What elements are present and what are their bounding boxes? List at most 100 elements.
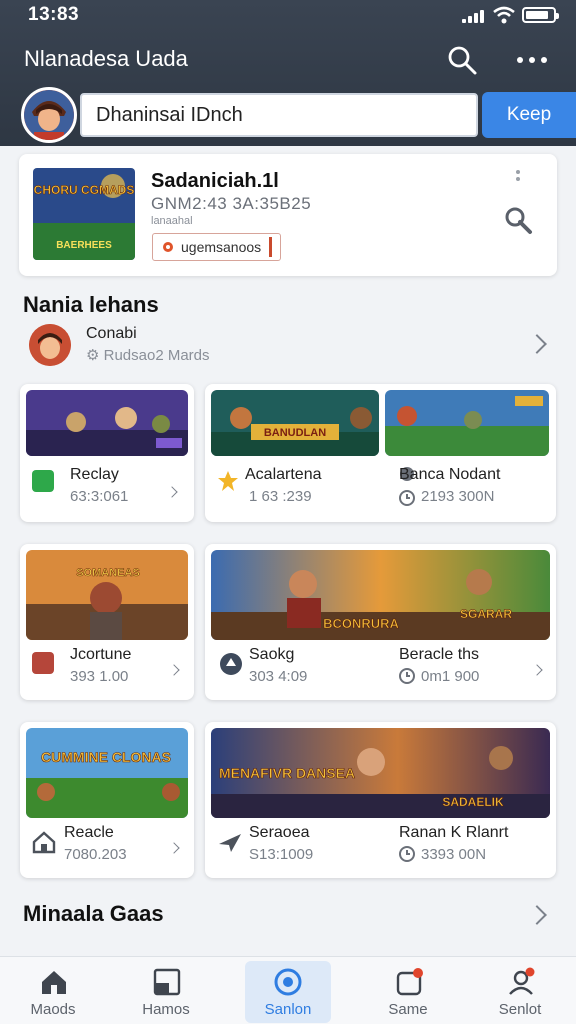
game-stat: 63:3:061 xyxy=(70,488,129,505)
game-card[interactable]: Reclay 63:3:061 xyxy=(20,384,194,522)
game-stat: 1 63 :239 xyxy=(249,488,312,505)
game-title: Banca Nodant xyxy=(399,466,500,484)
nav-item-same[interactable]: Same xyxy=(358,957,458,1024)
thumb-text: SOMANEAS xyxy=(76,567,140,579)
featured-tag-label: ugemsanoos xyxy=(181,239,262,255)
nav-item-mods[interactable]: Maods xyxy=(3,957,103,1024)
game-thumbnail xyxy=(385,390,549,456)
featured-tag[interactable]: ugemsanoos xyxy=(152,233,282,261)
game-thumbnail: SOMANEAS xyxy=(26,550,188,640)
game-title: Reacle xyxy=(64,824,114,841)
profile-avatar[interactable] xyxy=(29,324,71,366)
game-stat: 393 1.00 xyxy=(70,668,129,685)
chevron-right-icon[interactable] xyxy=(531,664,543,676)
chevron-right-icon[interactable] xyxy=(168,664,180,676)
game-thumbnail: CUMMINE CLONAS xyxy=(26,728,188,818)
game-stat: 2193 300N xyxy=(421,488,495,505)
plane-icon xyxy=(219,834,241,852)
game-title: Jcortune xyxy=(70,646,132,663)
nav-label: Senlot xyxy=(498,1001,542,1018)
gear-icon xyxy=(163,242,173,252)
nav-label: Same xyxy=(388,1001,428,1018)
chevron-right-icon[interactable] xyxy=(527,905,547,925)
game-card-wide[interactable]: BCONRURA SGARAR Saokg 303 4:09 Beracle th… xyxy=(205,544,556,700)
thumb-text: SADAELIK xyxy=(442,795,504,809)
chevron-right-icon[interactable] xyxy=(168,842,180,854)
inspect-icon[interactable] xyxy=(502,204,534,236)
game-title: Acalartena xyxy=(245,466,322,484)
status-time: 13:83 xyxy=(28,4,80,25)
profile-icon xyxy=(509,967,535,995)
game-thumbnail: BCONRURA SGARAR xyxy=(211,550,550,640)
game-title: Ranan K Rlanrt xyxy=(399,824,509,841)
search-icon[interactable] xyxy=(446,44,478,76)
settings-icon xyxy=(274,968,302,996)
game-icon xyxy=(32,470,54,492)
status-bar: 13:83 xyxy=(0,0,576,32)
chevron-right-icon[interactable] xyxy=(166,486,178,498)
game-title-text: Acalartena xyxy=(245,466,322,483)
home-icon xyxy=(42,971,66,994)
game-badge-icon xyxy=(220,653,242,675)
gallery-icon xyxy=(153,968,181,996)
nav-label: Maods xyxy=(30,1001,76,1018)
bottom-nav: Maods Hamos Sanlon Same Senlot xyxy=(0,956,576,1024)
profile-meta-text: Rudsao2 Mards xyxy=(103,347,210,364)
thumb-text: BANUDLAN xyxy=(264,427,326,439)
game-title: Saokg xyxy=(249,646,295,663)
game-icon xyxy=(32,652,54,674)
game-title: Seraoea xyxy=(249,824,310,841)
game-card[interactable]: SOMANEAS Jcortune 393 1.00 xyxy=(20,544,194,700)
featured-title: Sadaniciah.1l xyxy=(151,170,279,192)
notification-icon xyxy=(396,968,423,996)
section-title: Nania lehans xyxy=(23,292,159,317)
game-thumbnail: MENAFIVR DANSEA SADAELIK xyxy=(211,728,550,818)
thumb-text: MENAFIVR DANSEA xyxy=(219,765,355,781)
game-card[interactable]: CUMMINE CLONAS Reacle 7080.203 xyxy=(20,722,194,878)
profile-name: Conabi xyxy=(86,325,137,342)
nav-label: Hamos xyxy=(142,1001,190,1018)
game-stat: 7080.203 xyxy=(64,846,127,863)
game-title-text: Banca Nodant xyxy=(399,466,501,483)
star-icon xyxy=(218,471,238,491)
clock-icon xyxy=(399,668,415,684)
app-header: 13:83 Nlanadesa Uada Keep xyxy=(0,0,576,146)
profile-meta: ⚙ Rudsao2 Mards xyxy=(86,347,210,364)
tag-marker xyxy=(269,237,273,257)
search-input[interactable] xyxy=(80,93,478,137)
nav-item-sanlon[interactable]: Sanlon xyxy=(245,961,331,1023)
keep-button[interactable]: Keep xyxy=(482,92,576,138)
section-title: Minaala Gaas xyxy=(23,901,164,926)
more-options-icon[interactable] xyxy=(514,50,550,70)
chevron-right-icon[interactable] xyxy=(527,334,547,354)
game-stat: 303 4:09 xyxy=(249,668,308,685)
featured-menu-icon[interactable] xyxy=(516,170,522,186)
app-title: Nlanadesa Uada xyxy=(24,46,188,71)
nav-item-hamos[interactable]: Hamos xyxy=(116,957,216,1024)
nav-label: Sanlon xyxy=(264,1001,312,1018)
thumb-text: BCONRURA xyxy=(323,616,399,631)
signal-icon xyxy=(462,10,484,23)
game-title: Beracle ths xyxy=(399,646,480,663)
featured-caption: lanaahal xyxy=(151,215,193,227)
featured-thumb-text-top: CHORU CGMADS xyxy=(34,183,135,197)
nav-item-profile[interactable]: Senlot xyxy=(470,957,570,1024)
game-thumbnail xyxy=(26,390,188,456)
game-stat: S13:1009 xyxy=(249,846,314,863)
clock-icon xyxy=(399,846,415,862)
thumb-text: SGARAR xyxy=(460,607,512,621)
wifi-icon xyxy=(493,6,515,24)
game-card-wide[interactable]: MENAFIVR DANSEA SADAELIK Seraoea S13:1009… xyxy=(205,722,556,878)
game-thumbnail: BANUDLAN xyxy=(211,390,379,456)
featured-thumb-text-bottom: BAERHEES xyxy=(56,240,112,251)
featured-thumbnail: CHORU CGMADS BAERHEES xyxy=(33,168,135,260)
featured-card[interactable]: CHORU CGMADS BAERHEES Sadaniciah.1l GNM2… xyxy=(19,154,557,276)
clock-icon xyxy=(399,490,415,506)
game-title: Reclay xyxy=(70,466,119,483)
game-card-wide[interactable]: BANUDLAN Acalartena 1 63 :239 Banca Noda… xyxy=(205,384,556,522)
featured-subtitle: GNM2:43 3A:35B25 xyxy=(151,194,312,213)
thumb-text: CUMMINE CLONAS xyxy=(41,749,171,765)
battery-icon xyxy=(522,7,559,23)
home-icon xyxy=(32,831,56,854)
user-avatar[interactable] xyxy=(21,87,77,143)
